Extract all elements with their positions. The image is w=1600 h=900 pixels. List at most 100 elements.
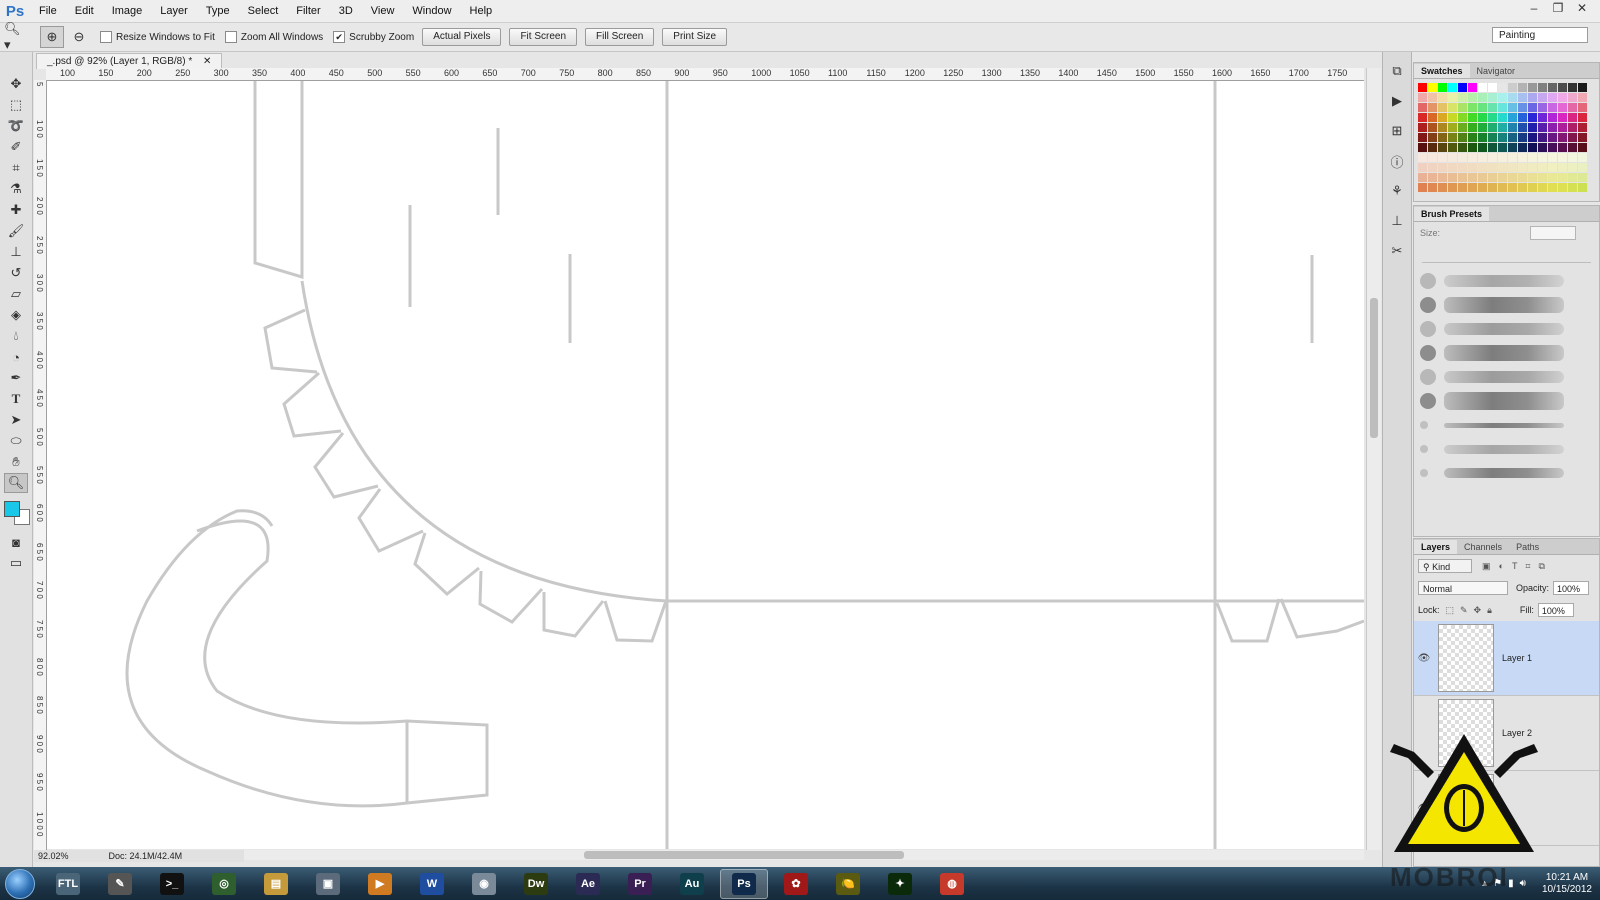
color-swatch[interactable] <box>1468 93 1477 102</box>
color-swatch[interactable] <box>1438 93 1447 102</box>
color-swatch[interactable] <box>1498 183 1507 192</box>
color-swatch[interactable] <box>1438 173 1447 182</box>
start-button[interactable] <box>0 867 40 900</box>
color-swatch[interactable] <box>1448 133 1457 142</box>
color-swatch[interactable] <box>1528 103 1537 112</box>
adjustments-icon[interactable]: ⊞ <box>1386 120 1408 142</box>
color-swatch[interactable] <box>1518 183 1527 192</box>
color-swatch[interactable] <box>1528 133 1537 142</box>
menu-image[interactable]: Image <box>103 5 152 17</box>
color-swatch[interactable] <box>1518 143 1527 152</box>
blend-mode-select[interactable]: Normal <box>1418 581 1508 595</box>
color-swatch[interactable] <box>1568 143 1577 152</box>
color-swatch[interactable] <box>1438 123 1447 132</box>
color-swatch[interactable] <box>1568 83 1577 92</box>
color-swatch[interactable] <box>1578 93 1587 102</box>
color-swatch[interactable] <box>1528 83 1537 92</box>
resize-windows-checkbox[interactable]: Resize Windows to Fit <box>100 31 215 43</box>
color-swatch[interactable] <box>1578 113 1587 122</box>
color-swatch[interactable] <box>1468 153 1477 162</box>
color-swatch[interactable] <box>1498 153 1507 162</box>
brush-tool-icon[interactable]: 🖌︎ <box>4 221 28 241</box>
color-swatch[interactable] <box>1438 143 1447 152</box>
color-swatch[interactable] <box>1488 93 1497 102</box>
color-swatch[interactable] <box>1518 163 1527 172</box>
clock[interactable]: 10:21 AM 10/15/2012 <box>1542 872 1592 896</box>
color-swatch[interactable] <box>1498 83 1507 92</box>
color-swatch[interactable] <box>1468 183 1477 192</box>
info-icon[interactable]: ⓘ <box>1386 150 1408 172</box>
color-swatch[interactable] <box>1468 173 1477 182</box>
kind-filter-select[interactable]: ⚲ Kind <box>1418 559 1472 573</box>
quick-select-tool-icon[interactable]: ✐ <box>4 137 28 157</box>
color-swatch[interactable] <box>1418 153 1427 162</box>
color-swatch[interactable] <box>1518 83 1527 92</box>
tab-layers[interactable]: Layers <box>1414 540 1458 554</box>
menu-layer[interactable]: Layer <box>151 5 197 17</box>
color-swatch[interactable] <box>1478 93 1487 102</box>
color-swatch[interactable] <box>1578 173 1587 182</box>
color-swatch[interactable] <box>1468 133 1477 142</box>
color-swatch[interactable] <box>1538 143 1547 152</box>
color-swatch[interactable] <box>1438 163 1447 172</box>
color-swatch[interactable] <box>1478 83 1487 92</box>
color-swatch[interactable] <box>1498 173 1507 182</box>
color-swatch[interactable] <box>1538 163 1547 172</box>
document-canvas[interactable] <box>47 81 1365 849</box>
taskbar-app-button[interactable]: Dw <box>512 869 560 899</box>
filter-icons[interactable]: ▣◐T⌗⧉ <box>1482 561 1553 572</box>
minimize-button[interactable]: – <box>1522 0 1546 16</box>
color-swatch[interactable] <box>1578 123 1587 132</box>
color-swatch[interactable] <box>1508 113 1517 122</box>
color-swatch[interactable] <box>1548 133 1557 142</box>
color-swatch[interactable] <box>1528 153 1537 162</box>
color-swatch[interactable] <box>1578 103 1587 112</box>
color-swatch[interactable] <box>1508 123 1517 132</box>
tab-brush-presets[interactable]: Brush Presets <box>1414 207 1490 221</box>
color-swatch[interactable] <box>1428 183 1437 192</box>
color-swatch[interactable] <box>1448 123 1457 132</box>
color-swatch[interactable] <box>1478 163 1487 172</box>
color-swatch[interactable] <box>1508 103 1517 112</box>
color-swatch[interactable] <box>1488 123 1497 132</box>
color-swatch[interactable] <box>1508 93 1517 102</box>
color-swatch[interactable] <box>1558 173 1567 182</box>
color-swatch[interactable] <box>1428 153 1437 162</box>
color-swatch[interactable] <box>1508 173 1517 182</box>
color-swatch[interactable] <box>1558 163 1567 172</box>
color-swatch[interactable] <box>1558 183 1567 192</box>
taskbar-app-button[interactable]: Ae <box>564 869 612 899</box>
brush-preset[interactable] <box>1414 365 1599 389</box>
color-swatch[interactable] <box>1478 153 1487 162</box>
color-swatch[interactable] <box>1548 163 1557 172</box>
fill-screen-button[interactable]: Fill Screen <box>585 28 655 46</box>
tool-presets-icon[interactable]: ✂ <box>1386 240 1408 262</box>
color-swatch[interactable] <box>1438 133 1447 142</box>
menu-type[interactable]: Type <box>197 5 239 17</box>
color-swatch[interactable] <box>1448 83 1457 92</box>
color-swatch[interactable] <box>1418 83 1427 92</box>
color-swatch[interactable] <box>1548 83 1557 92</box>
tab-paths[interactable]: Paths <box>1509 540 1546 554</box>
color-swatch[interactable] <box>1448 183 1457 192</box>
actions-icon[interactable]: ▶ <box>1386 90 1408 112</box>
foreground-color-swatch[interactable] <box>4 501 20 517</box>
taskbar-app-button[interactable]: Ps <box>720 868 768 899</box>
clone-source-icon[interactable]: ⊥ <box>1386 210 1408 232</box>
brush-panel-icon[interactable]: ⚘ <box>1386 180 1408 202</box>
color-swatch[interactable] <box>1528 113 1537 122</box>
color-swatch[interactable] <box>1578 163 1587 172</box>
visibility-eye-icon[interactable]: 👁︎ <box>1414 653 1434 664</box>
taskbar-app-button[interactable]: ◎ <box>200 869 248 899</box>
color-swatch[interactable] <box>1548 123 1557 132</box>
color-swatch[interactable] <box>1428 163 1437 172</box>
color-swatch[interactable] <box>1458 113 1467 122</box>
close-tab-icon[interactable]: ✕ <box>203 56 211 67</box>
color-swatch[interactable] <box>1498 123 1507 132</box>
zoom-all-windows-checkbox[interactable]: Zoom All Windows <box>224 31 323 43</box>
color-swatch[interactable] <box>1508 153 1517 162</box>
layer-row-layer-1[interactable]: 👁︎ Layer 1 <box>1414 621 1599 696</box>
color-swatch[interactable] <box>1488 173 1497 182</box>
fill-input[interactable]: 100% <box>1537 603 1574 617</box>
color-swatch[interactable] <box>1508 183 1517 192</box>
